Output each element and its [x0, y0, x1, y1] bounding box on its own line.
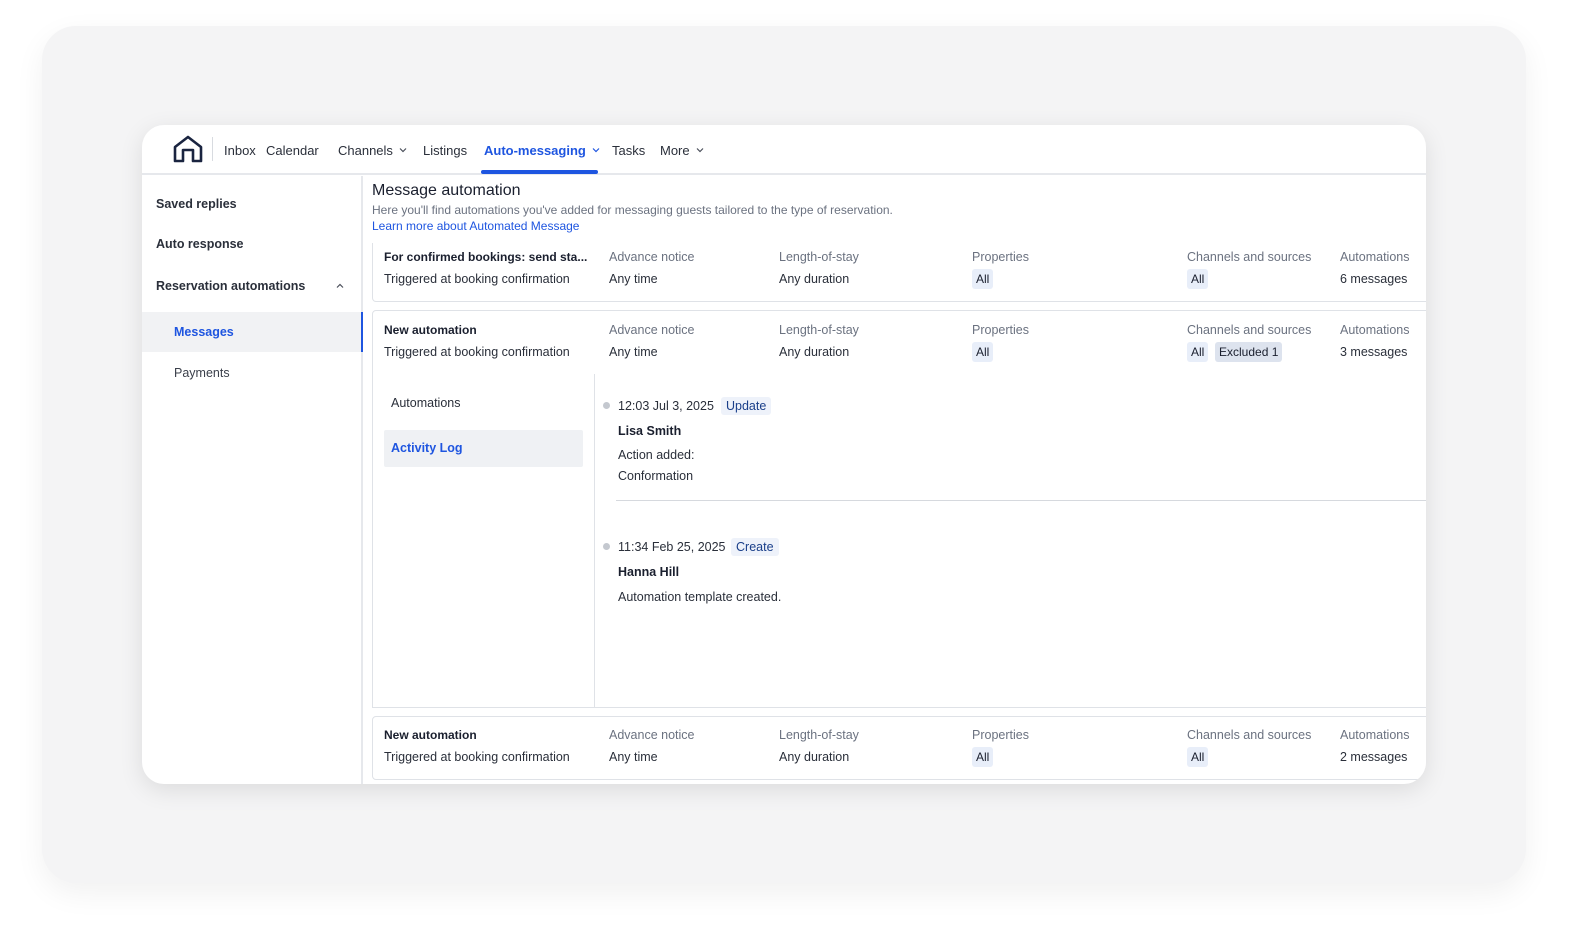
automations-label: Automations — [1340, 728, 1410, 742]
main-content: Message automation Here you'll find auto… — [372, 176, 1426, 784]
nav-more[interactable]: More — [660, 141, 704, 159]
length-of-stay-label: Length-of-stay — [779, 250, 859, 264]
properties-label: Properties — [972, 250, 1029, 264]
sidebar-item-label: Messages — [174, 325, 234, 339]
sidebar-item-saved-replies[interactable]: Saved replies — [156, 197, 237, 211]
length-of-stay-label: Length-of-stay — [779, 323, 859, 337]
automation-name: New automation — [384, 728, 477, 742]
top-nav: Inbox Calendar Channels Listings Auto-me… — [142, 125, 1426, 175]
log-detail: Conformation — [618, 469, 694, 483]
log-detail: Action added: — [618, 448, 695, 462]
nav-tasks[interactable]: Tasks — [612, 141, 645, 159]
chevron-down-icon — [696, 148, 704, 153]
panel-divider — [594, 374, 595, 707]
learn-more-link[interactable]: Learn more about Automated Message — [372, 219, 579, 233]
automation-card-expanded[interactable]: New automation Triggered at booking conf… — [372, 310, 1426, 375]
nav-channels[interactable]: Channels — [338, 141, 407, 159]
automations-count: 6 messages — [1340, 272, 1408, 286]
log-timestamp: 12:03 Jul 3, 2025 — [618, 399, 714, 413]
nav-auto-messaging[interactable]: Auto-messaging — [484, 141, 600, 159]
properties-chip: All — [972, 342, 994, 362]
page-title: Message automation — [372, 182, 521, 199]
channels-label: Channels and sources — [1187, 728, 1312, 742]
automation-card[interactable]: For confirmed bookings: send sta... Trig… — [372, 243, 1426, 302]
tab-automations[interactable]: Automations — [391, 396, 460, 410]
automations-label: Automations — [1340, 250, 1410, 264]
length-of-stay-value: Any duration — [779, 345, 850, 359]
active-tab-indicator — [481, 170, 598, 174]
timeline-dot-icon — [603, 402, 610, 409]
automation-trigger: Triggered at booking confirmation — [384, 750, 570, 764]
length-of-stay-value: Any duration — [779, 750, 850, 764]
automation-card[interactable]: New automation Triggered at booking conf… — [372, 716, 1426, 780]
channels-chip: All — [1187, 269, 1209, 289]
properties-label: Properties — [972, 323, 1029, 337]
length-of-stay-label: Length-of-stay — [779, 728, 859, 742]
sidebar: Saved replies Auto response Reservation … — [142, 176, 363, 784]
automation-trigger: Triggered at booking confirmation — [384, 345, 570, 359]
channels-label: Channels and sources — [1187, 250, 1312, 264]
automation-detail-panel: Automations Activity Log 12:03 Jul 3, 20… — [372, 374, 1426, 708]
channels-chip: All — [1187, 747, 1209, 767]
automations-count: 3 messages — [1340, 345, 1408, 359]
nav-listings[interactable]: Listings — [423, 141, 467, 159]
excluded-chip: Excluded 1 — [1215, 342, 1283, 362]
log-action-badge: Create — [731, 538, 779, 556]
app-window: Inbox Calendar Channels Listings Auto-me… — [142, 125, 1426, 784]
nav-inbox[interactable]: Inbox — [224, 141, 256, 159]
automation-name: New automation — [384, 323, 477, 337]
automation-name: For confirmed bookings: send sta... — [384, 250, 588, 264]
automations-count: 2 messages — [1340, 750, 1408, 764]
properties-chip: All — [972, 269, 994, 289]
house-logo-icon[interactable] — [172, 134, 204, 164]
channels-chip: All — [1187, 342, 1209, 362]
log-separator — [616, 500, 1426, 501]
advance-notice-value: Any time — [609, 345, 658, 359]
automation-trigger: Triggered at booking confirmation — [384, 272, 570, 286]
logo-divider — [212, 137, 213, 161]
log-user: Hanna Hill — [618, 565, 680, 579]
nav-calendar[interactable]: Calendar — [266, 141, 319, 159]
page-subtitle: Here you'll find automations you've adde… — [372, 203, 893, 217]
advance-notice-value: Any time — [609, 272, 658, 286]
log-timestamp: 11:34 Feb 25, 2025 — [618, 540, 726, 554]
chevron-down-icon — [399, 148, 407, 153]
log-user: Lisa Smith — [618, 424, 682, 438]
chevron-up-icon[interactable] — [335, 281, 345, 291]
advance-notice-value: Any time — [609, 750, 658, 764]
channels-label: Channels and sources — [1187, 323, 1312, 337]
advance-notice-label: Advance notice — [609, 250, 695, 264]
advance-notice-label: Advance notice — [609, 323, 695, 337]
properties-chip: All — [972, 747, 994, 767]
tab-label: Activity Log — [391, 441, 463, 455]
automations-label: Automations — [1340, 323, 1410, 337]
tab-activity-log[interactable]: Activity Log — [384, 430, 583, 467]
advance-notice-label: Advance notice — [609, 728, 695, 742]
length-of-stay-value: Any duration — [779, 272, 850, 286]
sidebar-item-messages[interactable]: Messages — [142, 312, 363, 352]
timeline-dot-icon — [603, 543, 610, 550]
sidebar-item-auto-response[interactable]: Auto response — [156, 237, 244, 251]
chevron-down-icon — [592, 148, 600, 153]
properties-label: Properties — [972, 728, 1029, 742]
log-detail: Automation template created. — [618, 590, 782, 604]
log-action-badge: Update — [721, 397, 772, 415]
sidebar-item-payments[interactable]: Payments — [174, 366, 230, 380]
sidebar-item-reservation-automations[interactable]: Reservation automations — [156, 279, 305, 293]
